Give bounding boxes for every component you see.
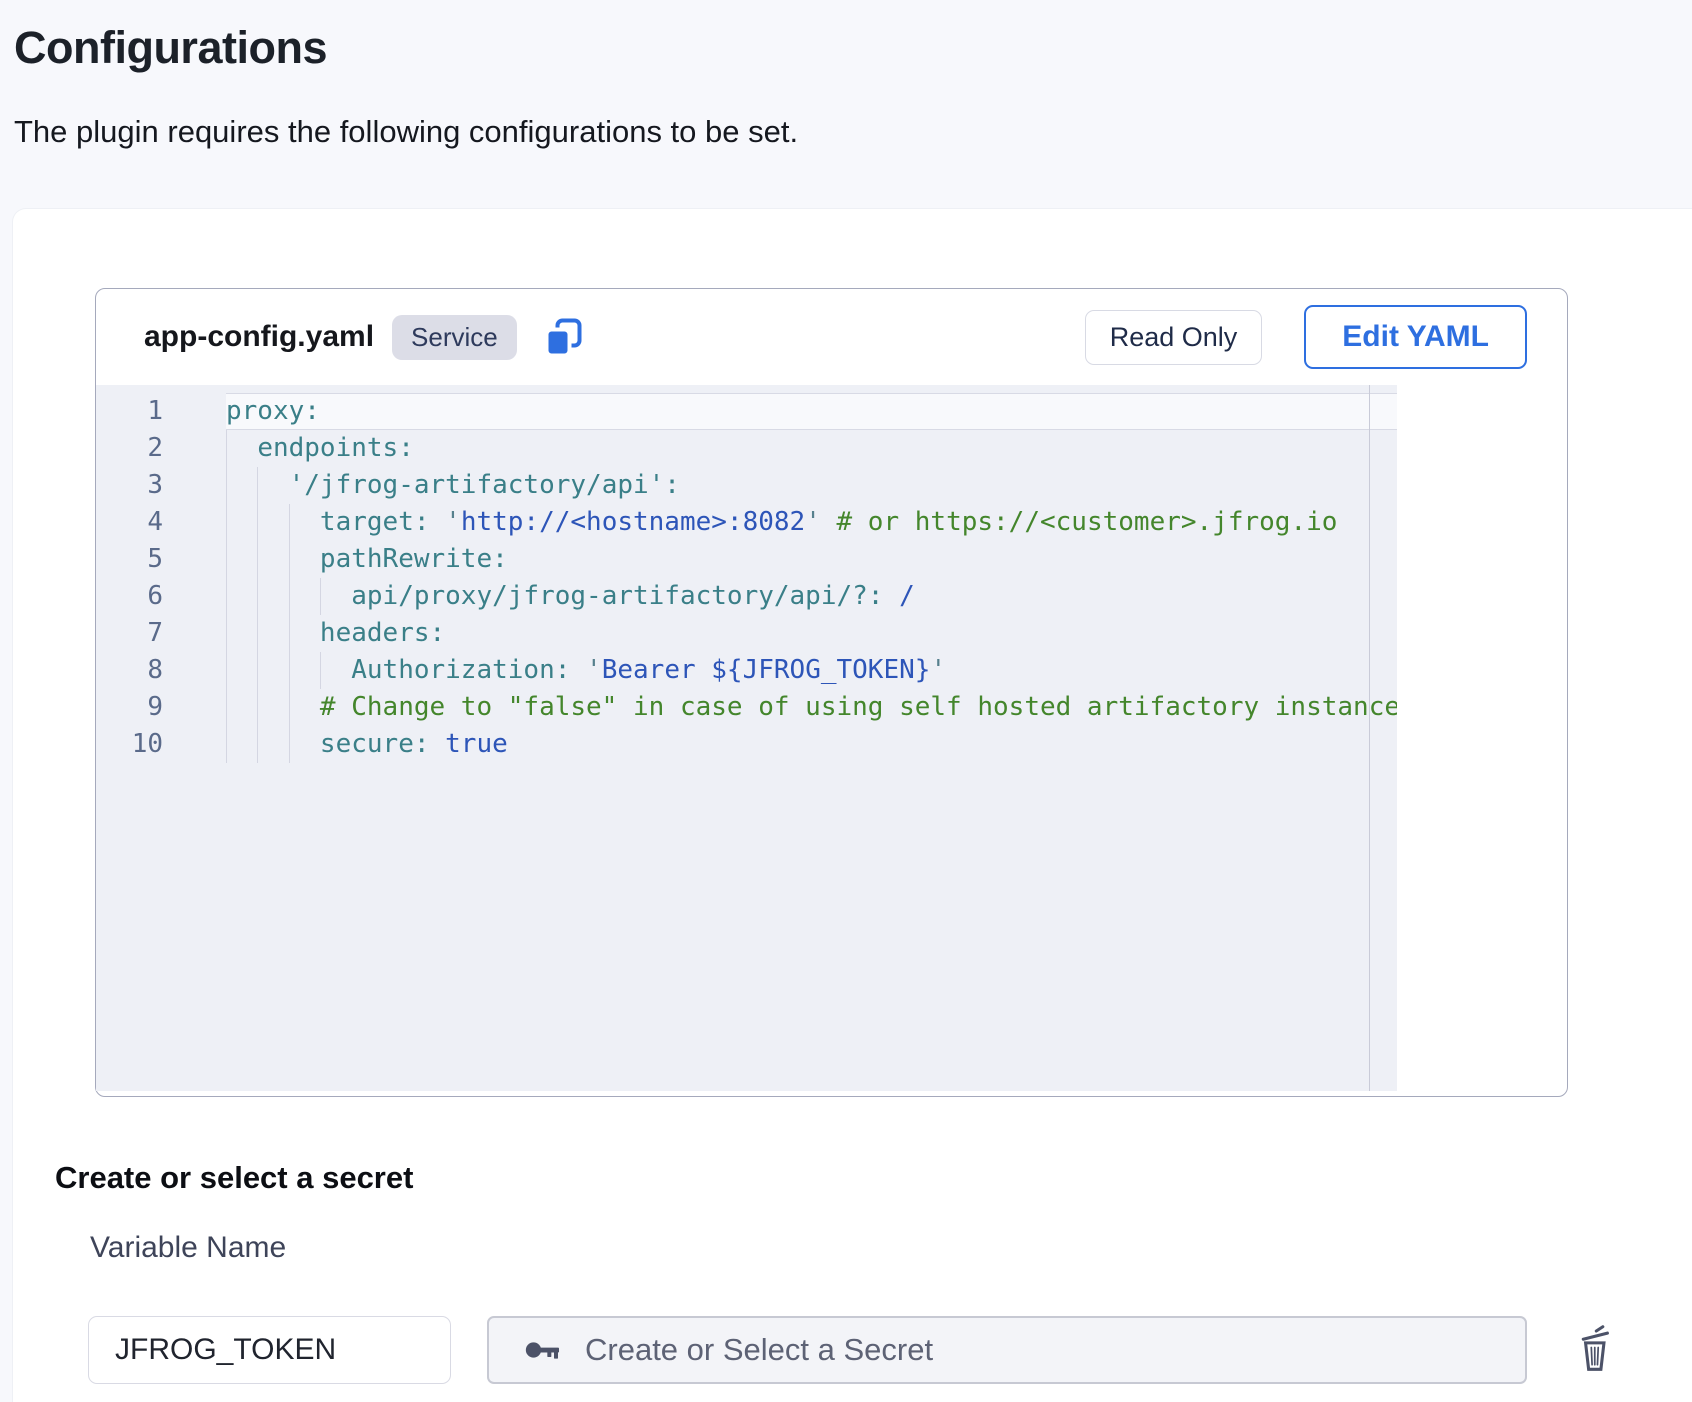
- secret-section-heading: Create or select a secret: [55, 1160, 413, 1196]
- code-line-content[interactable]: api/proxy/jfrog-artifactory/api/?: /: [226, 578, 1397, 615]
- indent-guide: [257, 615, 258, 652]
- variable-name-label: Variable Name: [90, 1231, 286, 1265]
- indent-guide: [289, 726, 290, 763]
- code-line[interactable]: 2 endpoints:: [96, 430, 1397, 467]
- indent-guide: [226, 615, 227, 652]
- indent-guide: [226, 726, 227, 763]
- code-line-content[interactable]: endpoints:: [226, 430, 1397, 467]
- line-number: 7: [96, 615, 226, 652]
- code-line[interactable]: 8 Authorization: 'Bearer ${JFROG_TOKEN}': [96, 652, 1397, 689]
- code-line-content[interactable]: proxy:: [226, 393, 1397, 430]
- indent-guide: [226, 541, 227, 578]
- indent-guide: [289, 652, 290, 689]
- page-title: Configurations: [14, 22, 327, 74]
- variable-name-input[interactable]: [88, 1316, 451, 1384]
- line-number: 10: [96, 726, 226, 763]
- line-number: 9: [96, 689, 226, 726]
- code-line-content[interactable]: target: 'http://<hostname>:8082' # or ht…: [226, 504, 1397, 541]
- line-number: 3: [96, 467, 226, 504]
- code-line[interactable]: 1proxy:: [96, 393, 1397, 430]
- indent-guide: [257, 467, 258, 504]
- indent-guide: [257, 504, 258, 541]
- code-line[interactable]: 5 pathRewrite:: [96, 541, 1397, 578]
- indent-guide: [226, 467, 227, 504]
- line-number: 8: [96, 652, 226, 689]
- page: Configurations The plugin requires the f…: [0, 0, 1692, 1402]
- code-line-content[interactable]: secure: true: [226, 726, 1397, 763]
- yaml-editor-card: app-config.yaml Service Read Only Edit Y…: [95, 288, 1568, 1097]
- key-icon: [523, 1330, 563, 1370]
- secret-select-placeholder: Create or Select a Secret: [585, 1332, 933, 1368]
- code-line-content[interactable]: pathRewrite:: [226, 541, 1397, 578]
- line-number: 1: [96, 393, 226, 430]
- code-line-content[interactable]: # Change to "false" in case of using sel…: [226, 689, 1397, 726]
- indent-guide: [289, 541, 290, 578]
- secret-select-input[interactable]: Create or Select a Secret: [487, 1316, 1527, 1384]
- indent-guide: [289, 615, 290, 652]
- code-line[interactable]: 9 # Change to "false" in case of using s…: [96, 689, 1397, 726]
- read-only-button[interactable]: Read Only: [1085, 310, 1263, 365]
- code-line[interactable]: 3 '/jfrog-artifactory/api':: [96, 467, 1397, 504]
- code-line-content[interactable]: '/jfrog-artifactory/api':: [226, 467, 1397, 504]
- indent-guide: [226, 430, 227, 467]
- delete-secret-button[interactable]: [1568, 1320, 1620, 1380]
- indent-guide: [320, 578, 321, 615]
- editor-card-header: app-config.yaml Service Read Only Edit Y…: [96, 289, 1567, 385]
- indent-guide: [226, 652, 227, 689]
- code-line[interactable]: 6 api/proxy/jfrog-artifactory/api/?: /: [96, 578, 1397, 615]
- service-badge: Service: [392, 315, 517, 360]
- copy-icon[interactable]: [543, 316, 585, 358]
- indent-guide: [257, 726, 258, 763]
- code-line[interactable]: 4 target: 'http://<hostname>:8082' # or …: [96, 504, 1397, 541]
- indent-guide: [289, 578, 290, 615]
- code-line[interactable]: 10 secure: true: [96, 726, 1397, 763]
- indent-guide: [289, 689, 290, 726]
- page-subtitle: The plugin requires the following config…: [14, 114, 798, 150]
- code-line-content[interactable]: Authorization: 'Bearer ${JFROG_TOKEN}': [226, 652, 1397, 689]
- line-number: 6: [96, 578, 226, 615]
- yaml-code-lines: 1proxy:2 endpoints:3 '/jfrog-artifactory…: [96, 393, 1397, 763]
- edit-yaml-button[interactable]: Edit YAML: [1304, 305, 1527, 369]
- line-number: 4: [96, 504, 226, 541]
- code-line-content[interactable]: headers:: [226, 615, 1397, 652]
- indent-guide: [226, 689, 227, 726]
- indent-guide: [289, 504, 290, 541]
- indent-guide: [257, 689, 258, 726]
- editor-right-rule: [1369, 385, 1370, 1091]
- trash-icon: [1571, 1322, 1617, 1376]
- code-line[interactable]: 7 headers:: [96, 615, 1397, 652]
- line-number: 2: [96, 430, 226, 467]
- yaml-code-editor[interactable]: 1proxy:2 endpoints:3 '/jfrog-artifactory…: [96, 385, 1397, 1091]
- indent-guide: [320, 652, 321, 689]
- file-name: app-config.yaml: [144, 320, 374, 354]
- indent-guide: [226, 578, 227, 615]
- indent-guide: [226, 504, 227, 541]
- indent-guide: [257, 578, 258, 615]
- line-number: 5: [96, 541, 226, 578]
- indent-guide: [257, 541, 258, 578]
- indent-guide: [257, 652, 258, 689]
